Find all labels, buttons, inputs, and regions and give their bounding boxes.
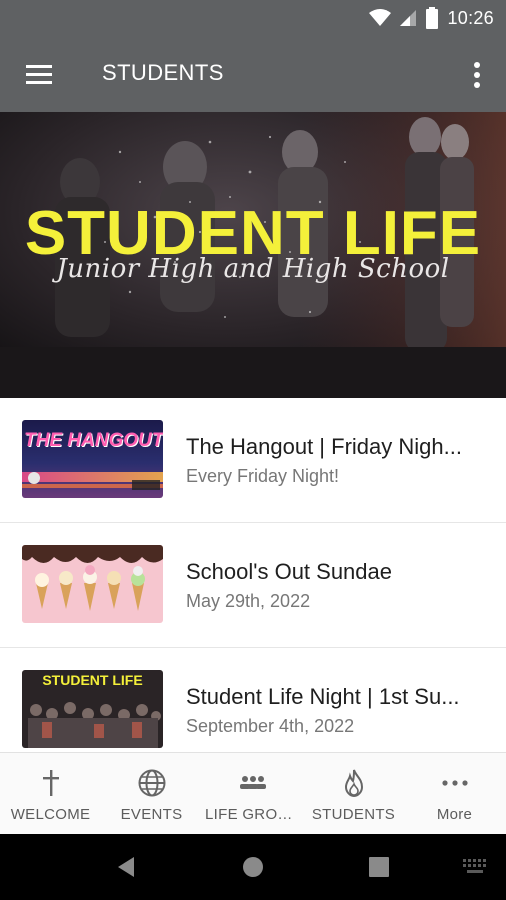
home-icon[interactable] xyxy=(241,855,265,879)
student-life-thumbnail-text: STUDENT LIFE xyxy=(42,672,143,688)
more-dots-icon xyxy=(442,780,468,786)
tab-label: EVENTS xyxy=(120,806,183,823)
hero-subtitle: Junior High and High School xyxy=(56,254,450,284)
bottom-tab-bar: WELCOME EVENTS LIFE GROU... STUDENTS Mor… xyxy=(0,752,506,835)
back-icon[interactable] xyxy=(114,855,138,879)
page-title: STUDENTS xyxy=(102,60,224,85)
battery-icon xyxy=(426,7,439,29)
thumbnail-sundae xyxy=(22,545,163,623)
keyboard-icon[interactable] xyxy=(462,858,488,876)
item-title: School's Out Sundae xyxy=(186,559,393,584)
item-subtitle: May 29th, 2022 xyxy=(186,591,311,611)
hamburger-menu-icon[interactable] xyxy=(22,58,56,90)
recents-icon[interactable] xyxy=(368,856,390,878)
tab-label: WELCOME xyxy=(10,806,91,823)
wifi-icon xyxy=(369,9,392,26)
tab-welcome[interactable]: WELCOME xyxy=(0,753,101,835)
item-subtitle: Every Friday Night! xyxy=(186,466,340,486)
tab-students[interactable]: STUDENTS xyxy=(303,753,404,835)
hero-banner: STUDENT LIFE Junior High and High School xyxy=(0,112,506,398)
ice-cream-thumbnail-image xyxy=(22,545,163,623)
signal-icon xyxy=(400,10,417,26)
tab-label: STUDENTS xyxy=(311,806,396,823)
item-title: The Hangout | Friday Nigh... xyxy=(186,434,462,459)
hangout-thumbnail-text: THE HANGOUT xyxy=(24,430,163,451)
item-subtitle: September 4th, 2022 xyxy=(186,716,355,736)
system-navigation-bar xyxy=(0,834,506,900)
status-icons: 10:26 xyxy=(369,6,494,30)
overflow-menu-icon[interactable] xyxy=(466,60,488,90)
tab-more[interactable]: More xyxy=(404,753,505,835)
app-bar: STUDENTS xyxy=(0,36,506,112)
tab-label: More xyxy=(436,806,473,823)
list-item-sundae[interactable]: School's Out Sundae May 29th, 2022 xyxy=(0,523,506,648)
thumbnail-student-life: STUDENT LIFE xyxy=(22,670,163,748)
status-time: 10:26 xyxy=(447,7,494,28)
item-title: Student Life Night | 1st Su... xyxy=(186,684,460,709)
flame-icon xyxy=(344,769,364,798)
thumbnail-hangout: THE HANGOUT xyxy=(22,420,163,498)
group-icon xyxy=(240,776,266,789)
list-item-student-life-night[interactable]: STUDENT LIFE Student Life Night | 1st Su… xyxy=(0,648,506,752)
list-item-hangout[interactable]: THE HANGOUT The Hangout | Friday Nigh...… xyxy=(0,398,506,523)
tab-label: LIFE GROU... xyxy=(205,806,302,823)
tab-events[interactable]: EVENTS xyxy=(101,753,202,835)
globe-icon xyxy=(138,769,166,797)
status-bar: 10:26 xyxy=(0,0,506,36)
tab-life-groups[interactable]: LIFE GROU... xyxy=(202,753,303,835)
cross-icon xyxy=(43,770,59,796)
event-list: THE HANGOUT The Hangout | Friday Nigh...… xyxy=(0,398,506,752)
